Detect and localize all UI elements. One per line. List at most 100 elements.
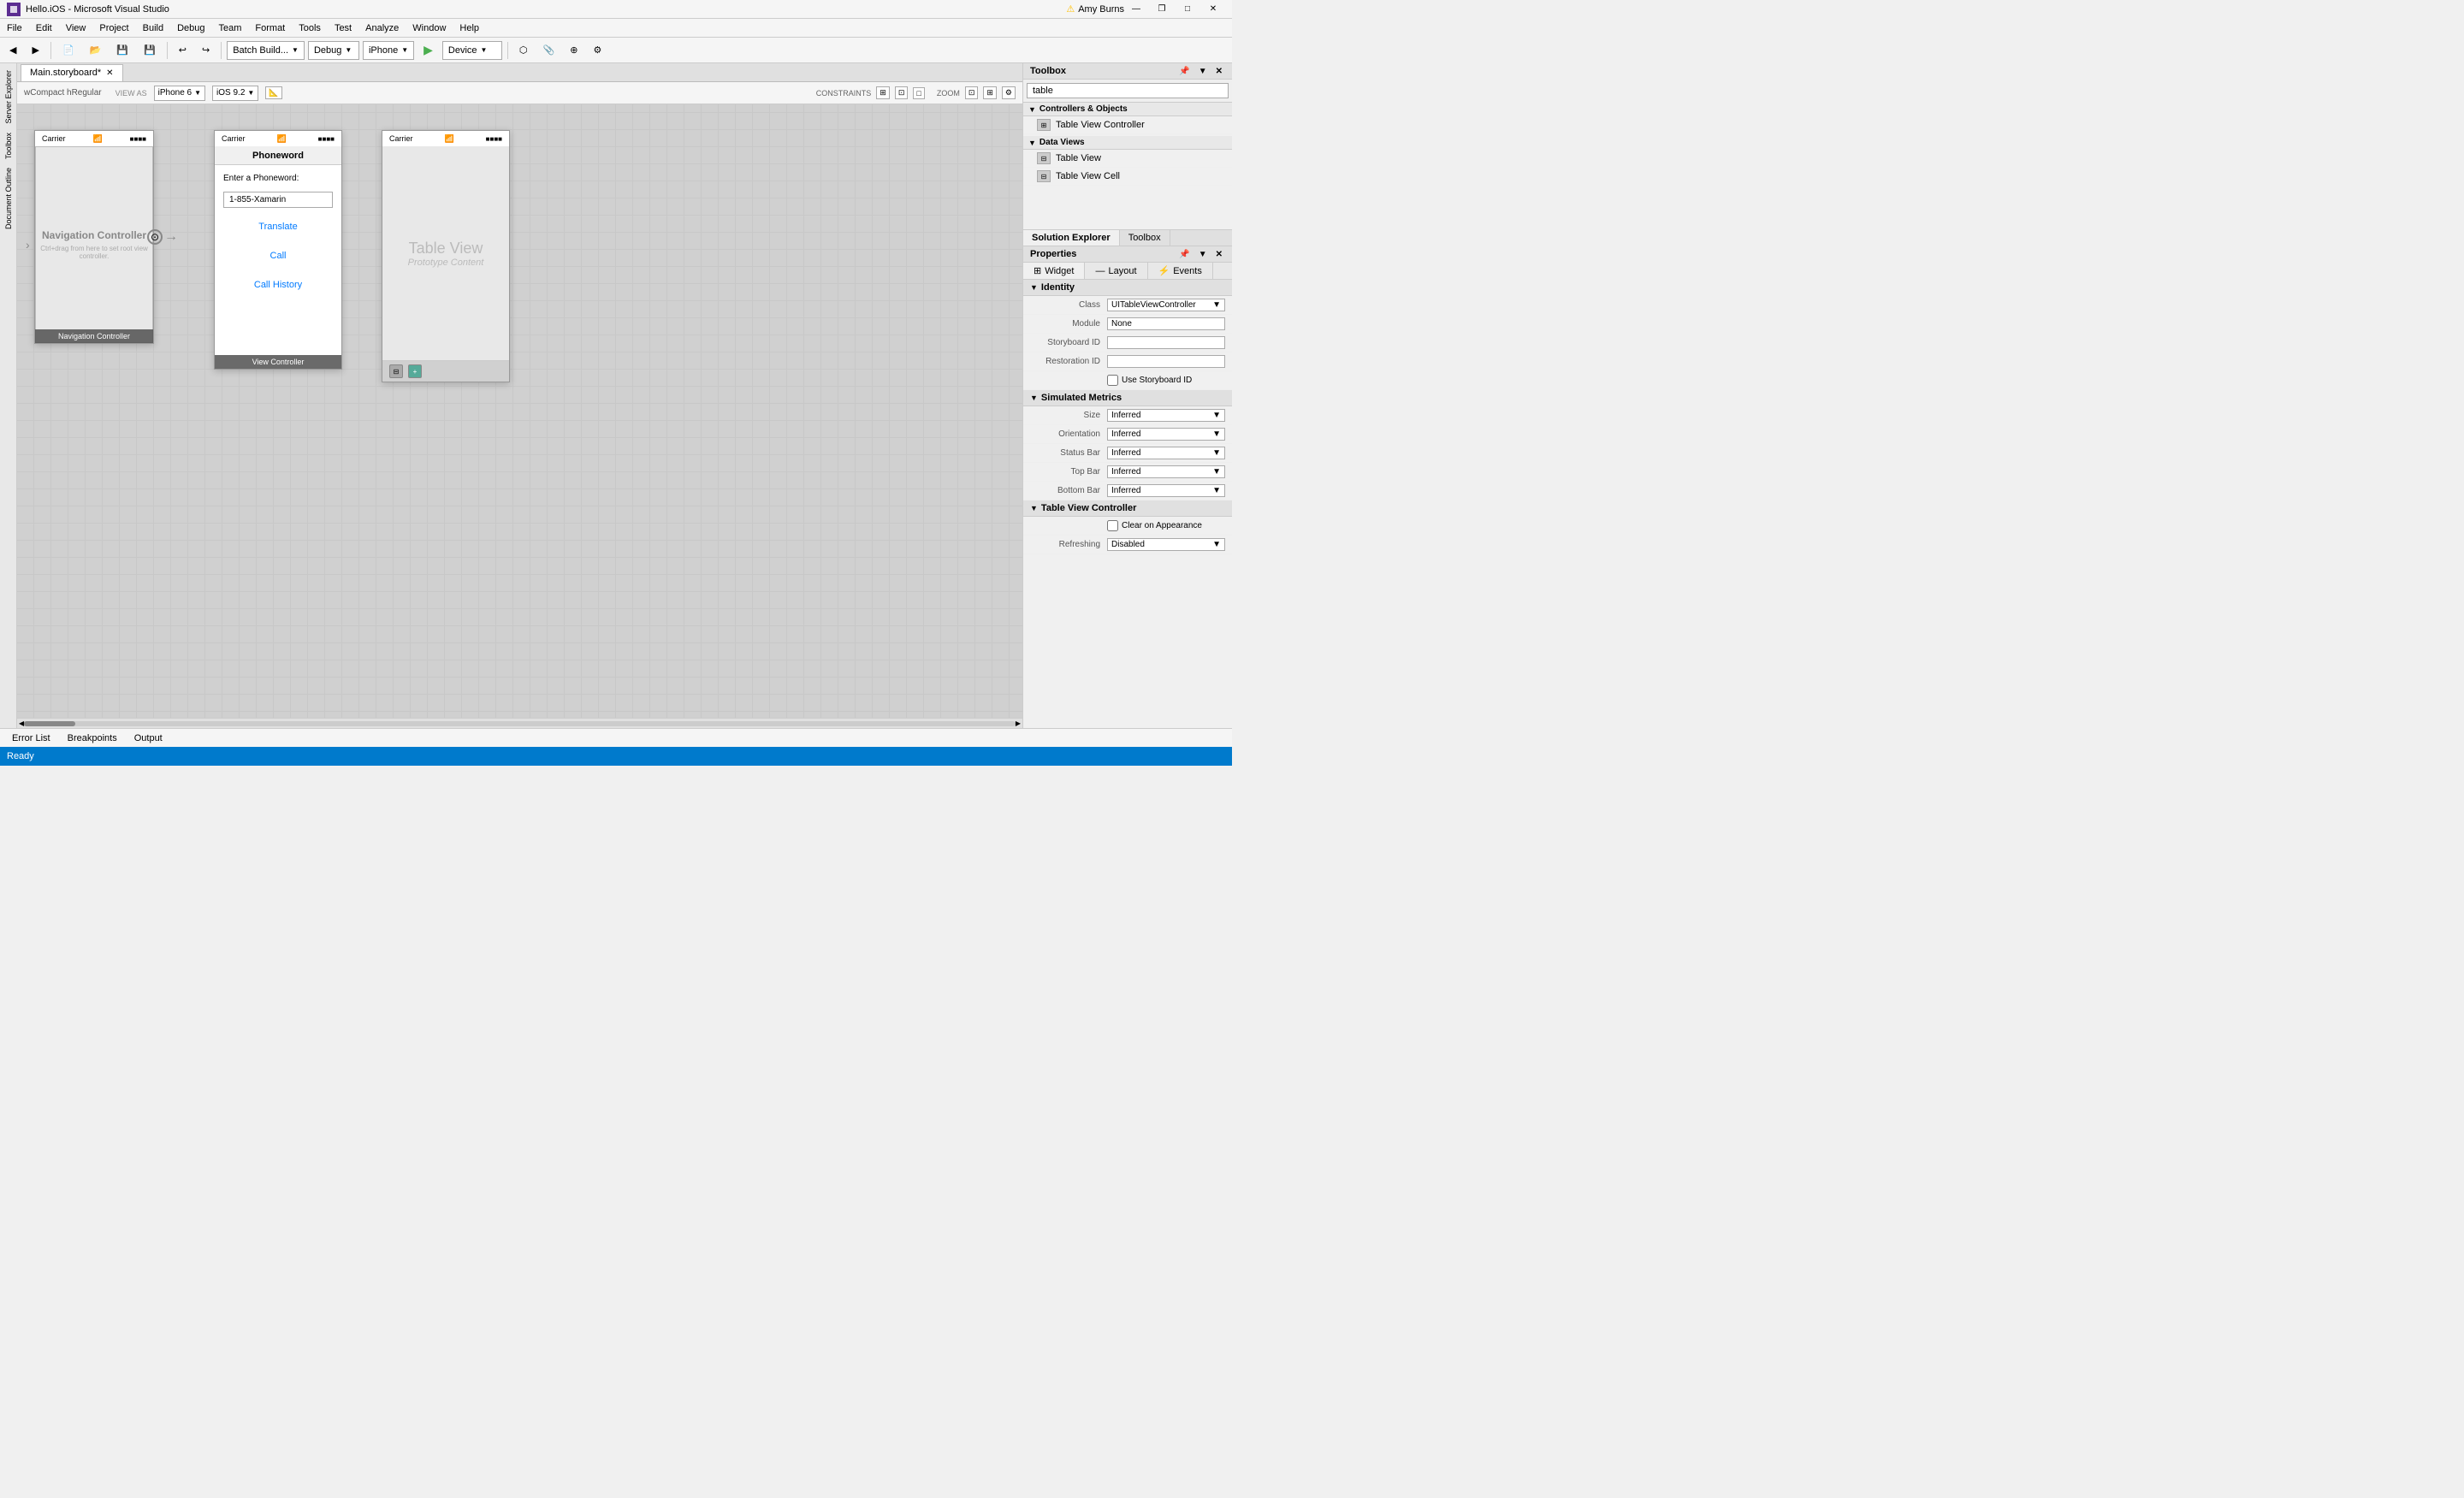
constraints-btn-3[interactable]: □ bbox=[913, 87, 924, 99]
module-input[interactable] bbox=[1107, 317, 1225, 330]
panel-tab-strip[interactable]: Solution Explorer Toolbox bbox=[1023, 230, 1232, 246]
tvc-section-header[interactable]: ▼ Table View Controller bbox=[1023, 500, 1232, 517]
tab-main-storyboard[interactable]: Main.storyboard* ✕ bbox=[21, 64, 123, 81]
maximize-button[interactable]: □ bbox=[1176, 1, 1199, 18]
toolbox-section-header-controllers[interactable]: ▼ Controllers & Objects bbox=[1023, 103, 1232, 116]
scroll-right-button[interactable]: ▶ bbox=[1016, 719, 1021, 727]
toolbox-search[interactable] bbox=[1023, 80, 1232, 103]
scrollbar-track[interactable] bbox=[24, 721, 1016, 726]
menu-window[interactable]: Window bbox=[406, 19, 453, 37]
menu-build[interactable]: Build bbox=[136, 19, 170, 37]
solution-explorer-tab[interactable]: Solution Explorer bbox=[1023, 230, 1120, 246]
simulated-section-header[interactable]: ▼ Simulated Metrics bbox=[1023, 390, 1232, 406]
profiler-button[interactable]: ⊕ bbox=[564, 42, 583, 58]
menu-analyze[interactable]: Analyze bbox=[358, 19, 406, 37]
phoneword-input[interactable] bbox=[223, 192, 333, 208]
size-dropdown[interactable]: Inferred ▼ bbox=[1107, 409, 1225, 422]
menu-tools[interactable]: Tools bbox=[292, 19, 328, 37]
refreshing-dropdown[interactable]: Disabled ▼ bbox=[1107, 538, 1225, 551]
module-value[interactable] bbox=[1107, 317, 1225, 330]
restoration-id-input[interactable] bbox=[1107, 355, 1225, 368]
tab-close-button[interactable]: ✕ bbox=[106, 68, 113, 78]
call-button[interactable]: Call bbox=[223, 246, 333, 266]
prop-tab-events[interactable]: ⚡ Events bbox=[1148, 263, 1213, 279]
server-explorer-icon[interactable]: Server Explorer bbox=[3, 67, 15, 127]
window-controls[interactable]: — ❐ □ ✕ bbox=[1124, 1, 1225, 18]
size-value[interactable]: Inferred ▼ bbox=[1107, 409, 1225, 422]
restore-button[interactable]: ❐ bbox=[1150, 1, 1174, 18]
attach-button[interactable]: 📎 bbox=[537, 42, 561, 58]
document-outline-icon[interactable]: Document Outline bbox=[3, 164, 15, 233]
toolbox-tab[interactable]: Toolbox bbox=[1120, 230, 1170, 246]
properties-close-button[interactable]: ✕ bbox=[1213, 250, 1225, 259]
properties-pin-button[interactable]: 📌 bbox=[1176, 250, 1192, 259]
identity-section-header[interactable]: ▼ Identity bbox=[1023, 280, 1232, 296]
use-storyboard-checkbox-label[interactable]: Use Storyboard ID bbox=[1107, 375, 1225, 386]
refreshing-value[interactable]: Disabled ▼ bbox=[1107, 538, 1225, 551]
storyboard-id-input[interactable] bbox=[1107, 336, 1225, 349]
canvas-scrollbar[interactable]: ◀ ▶ bbox=[17, 718, 1022, 728]
class-value[interactable]: UITableViewController ▼ bbox=[1107, 299, 1225, 311]
restoration-id-value[interactable] bbox=[1107, 355, 1225, 368]
close-button[interactable]: ✕ bbox=[1201, 1, 1225, 18]
error-list-tab[interactable]: Error List bbox=[3, 731, 59, 745]
bottombar-value[interactable]: Inferred ▼ bbox=[1107, 484, 1225, 497]
undo-button[interactable]: ↩ bbox=[173, 42, 192, 58]
prop-tab-layout[interactable]: — Layout bbox=[1085, 263, 1147, 279]
forward-button[interactable]: ▶ bbox=[26, 42, 44, 58]
translate-button[interactable]: Translate bbox=[223, 216, 333, 237]
menu-test[interactable]: Test bbox=[328, 19, 358, 37]
ios-dropdown[interactable]: iOS 9.2 ▼ bbox=[212, 86, 258, 101]
save-button[interactable]: 💾 bbox=[110, 42, 134, 58]
toolbox-item-tableviewcontroller[interactable]: ⊞ Table View Controller bbox=[1023, 116, 1232, 134]
menu-project[interactable]: Project bbox=[92, 19, 135, 37]
menu-file[interactable]: File bbox=[0, 19, 29, 37]
menu-format[interactable]: Format bbox=[248, 19, 292, 37]
open-button[interactable]: 📂 bbox=[84, 42, 108, 58]
save-all-button[interactable]: 💾 bbox=[138, 42, 162, 58]
toolbox-item-tableview[interactable]: ⊟ Table View bbox=[1023, 150, 1232, 168]
menu-team[interactable]: Team bbox=[212, 19, 249, 37]
settings-button[interactable]: ⚙ bbox=[587, 42, 607, 58]
topbar-value[interactable]: Inferred ▼ bbox=[1107, 465, 1225, 478]
breakpoint-button[interactable]: ⬡ bbox=[513, 42, 534, 58]
scrollbar-thumb[interactable] bbox=[24, 721, 75, 726]
minimize-button[interactable]: — bbox=[1124, 1, 1148, 18]
use-storyboard-checkbox[interactable] bbox=[1107, 375, 1118, 386]
prop-tab-strip[interactable]: ⊞ Widget — Layout ⚡ Events bbox=[1023, 263, 1232, 280]
statusbar-value[interactable]: Inferred ▼ bbox=[1107, 447, 1225, 459]
prop-tab-widget[interactable]: ⊞ Widget bbox=[1023, 263, 1085, 279]
debug-dropdown[interactable]: Debug ▼ bbox=[308, 41, 359, 60]
properties-controls[interactable]: 📌 ▼ ✕ bbox=[1176, 250, 1225, 259]
toolbox-controls[interactable]: 📌 ▼ ✕ bbox=[1176, 67, 1225, 76]
storyboard-id-value[interactable] bbox=[1107, 336, 1225, 349]
redo-button[interactable]: ↪ bbox=[196, 42, 216, 58]
statusbar-dropdown[interactable]: Inferred ▼ bbox=[1107, 447, 1225, 459]
toolbox-search-input[interactable] bbox=[1027, 83, 1229, 98]
menu-edit[interactable]: Edit bbox=[29, 19, 59, 37]
orientation-value[interactable]: Inferred ▼ bbox=[1107, 428, 1225, 441]
toolbox-dropdown-button[interactable]: ▼ bbox=[1196, 67, 1210, 76]
constraints-btn-2[interactable]: ⊡ bbox=[895, 86, 909, 99]
canvas-area[interactable]: Carrier 📶 ■■■■ › Navigation Controller C… bbox=[17, 104, 1022, 728]
zoom-settings-button[interactable]: ⚙ bbox=[1002, 86, 1016, 99]
clear-appearance-checkbox-label[interactable]: Clear on Appearance bbox=[1107, 520, 1225, 531]
toolbox-side-icon[interactable]: Toolbox bbox=[3, 129, 15, 163]
menu-debug[interactable]: Debug bbox=[170, 19, 211, 37]
call-history-button[interactable]: Call History bbox=[223, 275, 333, 295]
aspect-button[interactable]: 📐 bbox=[265, 86, 281, 99]
menu-view[interactable]: View bbox=[59, 19, 93, 37]
use-storyboard-value[interactable]: Use Storyboard ID bbox=[1107, 375, 1225, 386]
device-dropdown[interactable]: iPhone ▼ bbox=[363, 41, 414, 60]
clear-appearance-checkbox[interactable] bbox=[1107, 520, 1118, 531]
toolbox-pin-button[interactable]: 📌 bbox=[1176, 67, 1192, 76]
toolbox-item-tableviewcell[interactable]: ⊟ Table View Cell bbox=[1023, 168, 1232, 186]
output-tab[interactable]: Output bbox=[126, 731, 171, 745]
iphone-dropdown[interactable]: iPhone 6 ▼ bbox=[154, 86, 205, 101]
properties-dropdown-button[interactable]: ▼ bbox=[1196, 250, 1210, 259]
toolbox-section-header-data[interactable]: ▼ Data Views bbox=[1023, 136, 1232, 150]
device-type-dropdown[interactable]: Device ▼ bbox=[442, 41, 502, 60]
tv-icon-2[interactable]: + bbox=[408, 364, 422, 378]
toolbox-close-button[interactable]: ✕ bbox=[1213, 67, 1225, 76]
back-button[interactable]: ◀ bbox=[3, 42, 22, 58]
